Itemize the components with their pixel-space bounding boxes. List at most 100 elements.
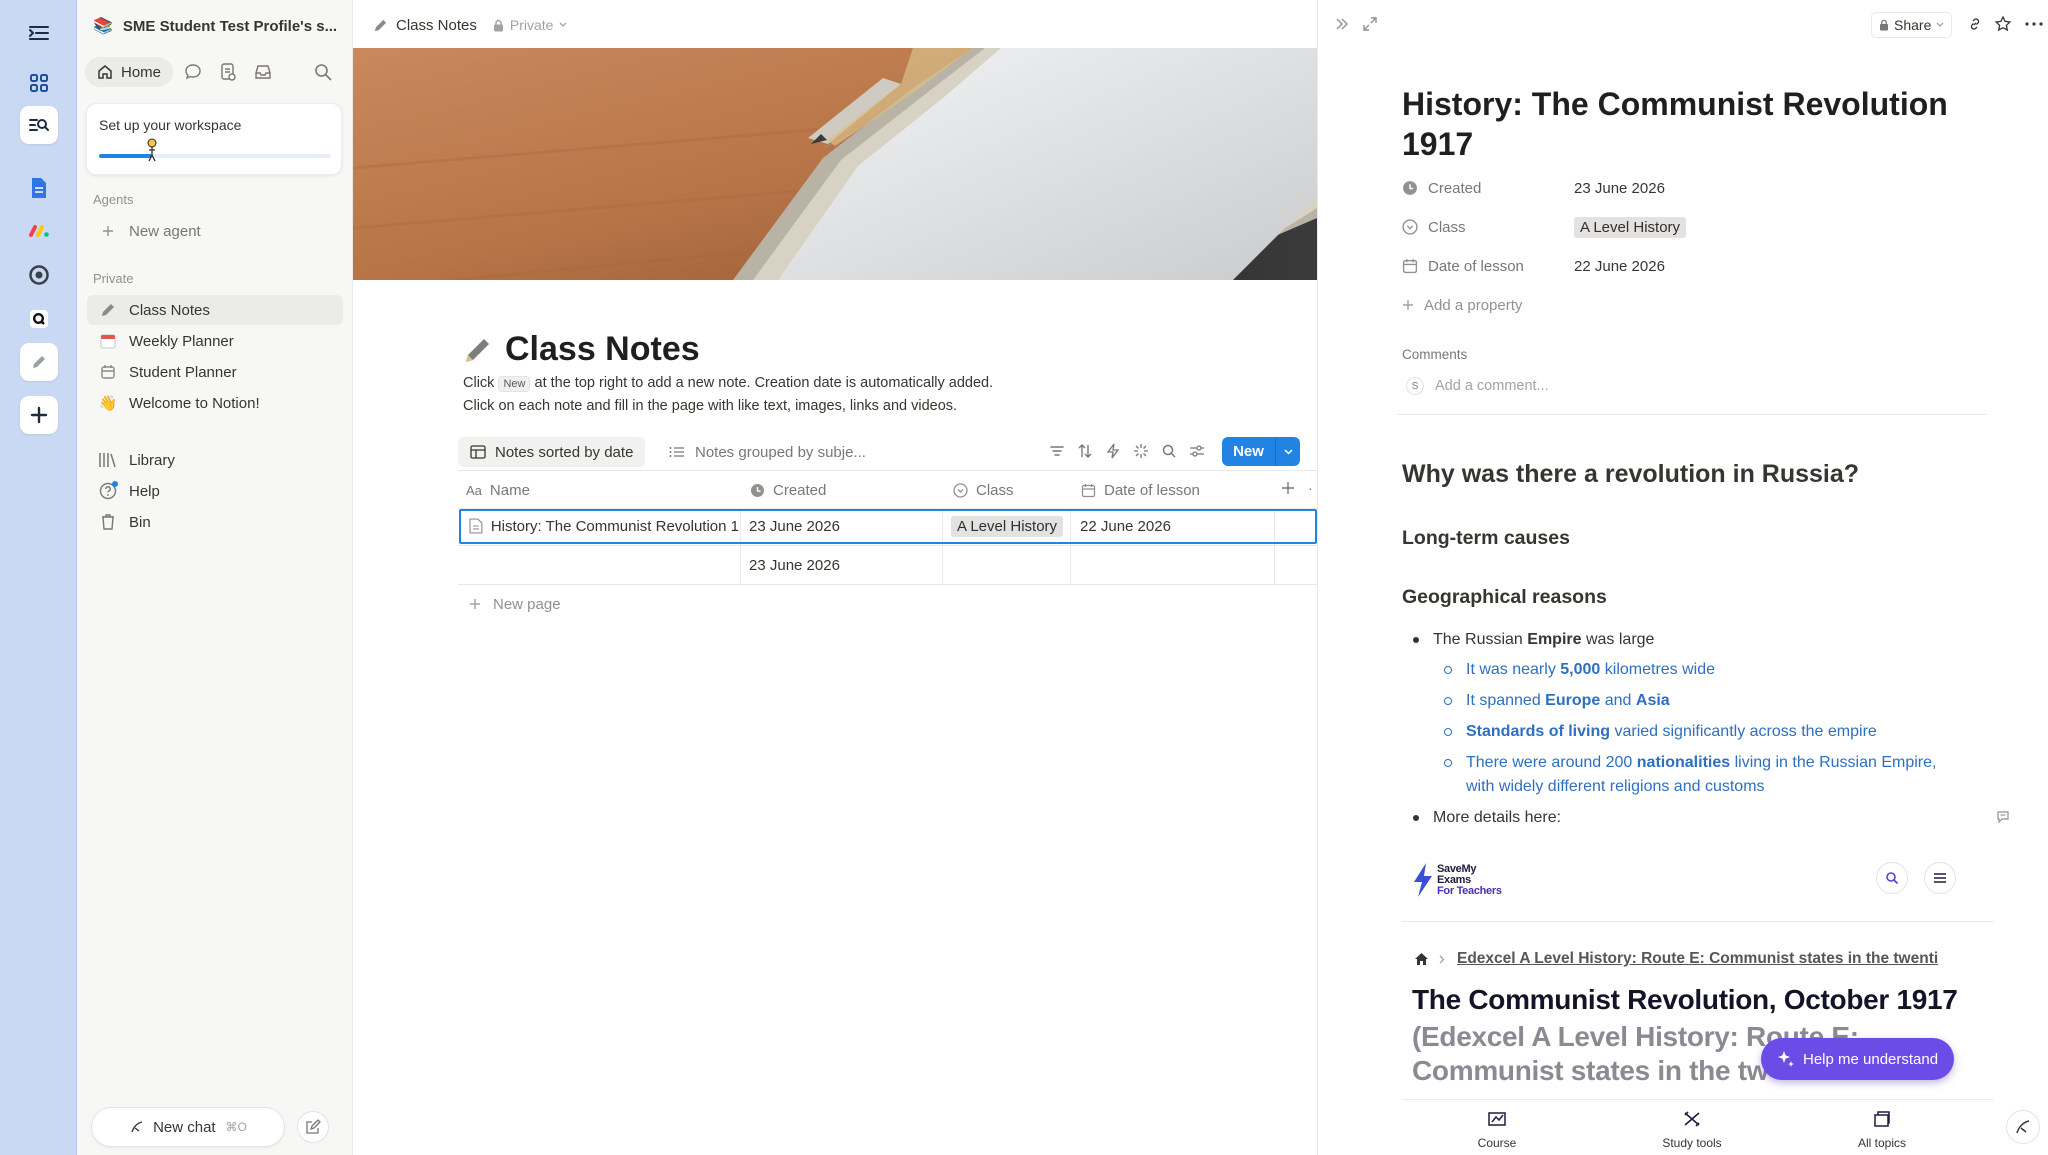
home-button[interactable]: Home (85, 57, 173, 87)
share-button[interactable]: Share (1871, 12, 1953, 38)
sidebar-item-help[interactable]: Help (87, 476, 343, 506)
quizlet-icon[interactable] (20, 300, 58, 338)
side-peek-panel: Share History: The Communist Revolution … (1317, 0, 2048, 1155)
clock-icon (1403, 181, 1417, 195)
compose-icon[interactable] (297, 1111, 329, 1143)
bullet-item[interactable]: The Russian Empire was large (1433, 628, 1654, 652)
new-agent-button[interactable]: New agent (87, 216, 343, 246)
sidebar-item-welcome[interactable]: 👋 Welcome to Notion! (87, 388, 343, 418)
new-page-row[interactable]: New page (469, 592, 561, 616)
chat-bubble-icon[interactable] (183, 62, 203, 82)
page-cover-image[interactable] (353, 48, 1317, 280)
inbox-icon[interactable] (253, 62, 273, 82)
row-class-cell[interactable]: A Level History (951, 507, 1064, 545)
sidebar-item-bin[interactable]: Bin (87, 507, 343, 537)
column-header-name[interactable]: Aa Name (466, 472, 530, 508)
row-name-cell[interactable]: History: The Communist Revolution 1 (469, 507, 739, 545)
bullet-item[interactable]: More details here: (1433, 806, 1561, 830)
pencil-app-icon[interactable] (20, 343, 58, 381)
close-peek-icon[interactable] (1334, 16, 1350, 32)
search-icon[interactable] (1161, 443, 1177, 459)
new-chat-button[interactable]: New chat ⌘O (91, 1107, 285, 1147)
heading-1[interactable]: Why was there a revolution in Russia? (1402, 460, 1859, 489)
add-column-icon[interactable] (1281, 481, 1295, 495)
table-icon (470, 445, 486, 459)
sidebar-item-class-notes[interactable]: Class Notes (87, 295, 343, 325)
sub-bullet-item[interactable]: There were around 200 nationalities livi… (1466, 751, 1936, 799)
embed-menu-icon[interactable] (1924, 862, 1956, 894)
sidebar-item-label: Welcome to Notion! (129, 394, 260, 412)
property-date-of-lesson[interactable]: Date of lesson 22 June 2026 (1402, 249, 1665, 283)
chrome-icon[interactable] (20, 256, 58, 294)
embed-search-icon[interactable] (1876, 862, 1908, 894)
collapse-sidebar-icon[interactable] (20, 14, 58, 52)
sub-bullet-item[interactable]: Standards of living varied significantly… (1466, 720, 1877, 744)
row-date[interactable]: 22 June 2026 (1080, 507, 1171, 545)
sort-icon[interactable] (1077, 443, 1093, 459)
filter-icon[interactable] (1049, 443, 1065, 459)
settings-sliders-icon[interactable] (1189, 443, 1205, 459)
sub-bold: Europe (1545, 692, 1601, 709)
link-icon[interactable] (1967, 16, 1983, 32)
class-tag: A Level History (1574, 216, 1687, 238)
workspace-books-icon: 📚 (93, 18, 113, 35)
docs-icon[interactable] (20, 169, 58, 207)
view-tab-notes-grouped[interactable]: Notes grouped by subje... (663, 437, 872, 467)
column-header-label: Class (976, 481, 1014, 499)
automation-icon[interactable] (1105, 443, 1121, 459)
more-options-icon[interactable] (2025, 22, 2043, 26)
property-created[interactable]: Created 23 June 2026 (1402, 171, 1665, 205)
help-me-understand-button[interactable]: Help me understand (1761, 1038, 1955, 1080)
monday-icon[interactable] (20, 212, 58, 250)
row-created[interactable]: 23 June 2026 (749, 546, 840, 584)
search-list-icon[interactable] (20, 106, 58, 144)
heading-2[interactable]: Long-term causes (1402, 527, 1570, 550)
meeting-notes-icon[interactable] (218, 62, 238, 82)
sidebar-item-library[interactable]: Library (87, 445, 343, 475)
sidebar-item-weekly-planner[interactable]: Weekly Planner (87, 326, 343, 356)
apps-grid-icon[interactable] (20, 64, 58, 102)
embed-tab-all-topics[interactable]: All topics (1842, 1110, 1922, 1150)
page-heading[interactable]: Class Notes (463, 330, 700, 369)
sidebar-item-student-planner[interactable]: Student Planner (87, 357, 343, 387)
embed-tab-course[interactable]: Course (1462, 1110, 1532, 1150)
embed-tab-study-tools[interactable]: Study tools (1647, 1110, 1737, 1150)
notion-ai-icon[interactable] (2006, 1110, 2040, 1144)
lock-icon (493, 19, 503, 31)
property-class[interactable]: Class A Level History (1402, 210, 1687, 244)
new-entry-button[interactable]: New (1222, 437, 1300, 466)
sidebar: 📚 SME Student Test Profile's s... Home S… (77, 0, 353, 1155)
home-icon (98, 65, 112, 79)
comment-input[interactable]: Add a comment... (1435, 378, 1549, 394)
sub-bullet-item[interactable]: It spanned Europe and Asia (1466, 689, 1670, 713)
calendar-page-icon (97, 331, 119, 351)
view-tab-notes-sorted[interactable]: Notes sorted by date (458, 437, 646, 467)
heading-3[interactable]: Geographical reasons (1402, 586, 1607, 609)
column-header-class[interactable]: Class (953, 472, 1014, 508)
share-label: Share (1894, 17, 1932, 33)
search-icon[interactable] (313, 62, 333, 82)
embed-tab-label: All topics (1857, 1136, 1907, 1150)
desc-prefix: Click (463, 375, 495, 391)
ai-sparkle-icon[interactable] (1133, 443, 1149, 459)
expand-icon[interactable] (1362, 16, 1378, 32)
row-created[interactable]: 23 June 2026 (749, 507, 840, 545)
comment-bubble-icon[interactable] (1996, 810, 2010, 824)
workspace-switcher[interactable]: 📚 SME Student Test Profile's s... (93, 13, 343, 39)
clock-icon (751, 483, 764, 497)
peek-title[interactable]: History: The Communist Revolution 1917 (1402, 84, 1982, 164)
embedded-website[interactable]: SaveMy Exams For Teachers Edexcel A Leve… (1402, 848, 1994, 1155)
column-header-created[interactable]: Created (750, 472, 826, 508)
add-property-button[interactable]: Add a property (1402, 288, 1522, 322)
breadcrumb[interactable]: Class Notes Private (373, 14, 567, 36)
new-button-chevron-icon[interactable] (1276, 437, 1300, 466)
setup-workspace-card[interactable]: Set up your workspace (86, 103, 342, 175)
embed-breadcrumb[interactable]: Edexcel A Level History: Route E: Commun… (1414, 950, 1994, 968)
sub-bullet-item[interactable]: It was nearly 5,000 kilometres wide (1466, 658, 1715, 682)
more-columns-icon[interactable]: · (1308, 480, 1313, 496)
favorite-star-icon[interactable] (1994, 15, 2012, 33)
add-app-icon[interactable] (20, 396, 58, 434)
new-button-main[interactable]: New (1222, 437, 1276, 466)
embed-crumb-link[interactable]: Edexcel A Level History: Route E: Commun… (1457, 950, 1938, 968)
column-header-date-of-lesson[interactable]: Date of lesson (1081, 472, 1200, 508)
